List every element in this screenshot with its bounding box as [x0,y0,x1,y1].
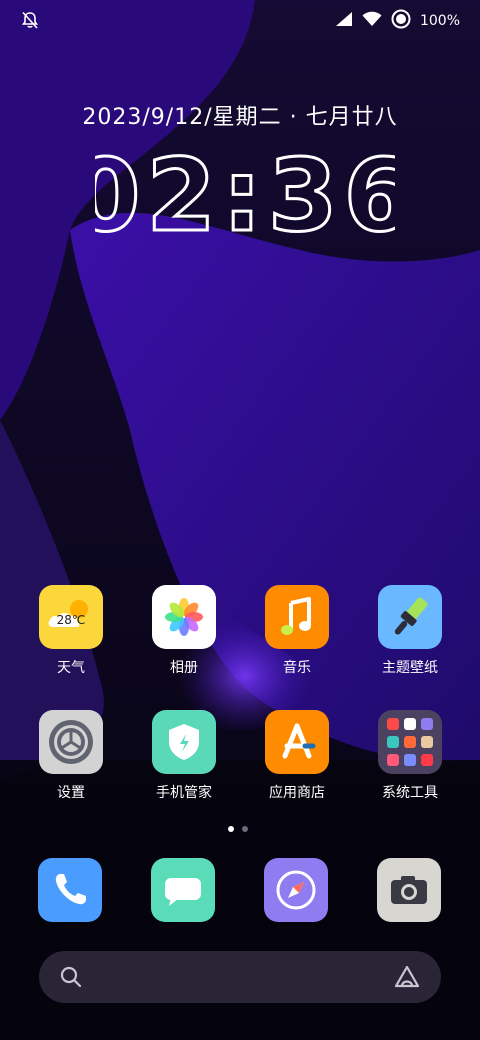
wifi-icon [362,11,382,31]
page-indicator [228,826,248,832]
app-label: 天气 [57,660,85,676]
settings-icon [49,720,93,764]
camera-icon [391,876,427,904]
phone-icon [55,874,86,905]
messages-icon [165,878,201,906]
theme-brush-icon [394,597,428,635]
clock-digits: 02:36 [95,150,395,242]
lock-date: 2023/9/12/星期二 · 七月廿八 [82,105,398,130]
music-icon [281,597,311,635]
phone-manager-icon [169,724,199,760]
photos-icon [165,598,203,636]
app-phone-manager[interactable]: 手机管家 [134,710,234,802]
clock-time: 02:36 [95,150,395,242]
data-saver-icon [391,9,411,33]
dock-browser[interactable] [264,858,328,922]
system-tools-folder-icon [387,718,433,766]
app-weather[interactable]: 28℃ 天气 [21,585,121,677]
bell-muted-icon [20,10,40,34]
search-icon[interactable] [59,965,83,993]
signal-icon [335,11,353,31]
weather-temperature: 28℃ [57,613,86,627]
app-store[interactable]: 应用商店 [247,710,347,802]
home-screen: 100% 2023/9/12/星期二 · 七月廿八 02:36 28℃ 天气 相… [0,0,480,1040]
dock-messages[interactable] [151,858,215,922]
search-bar[interactable] [39,951,441,1003]
app-label: 应用商店 [269,785,325,801]
app-themes[interactable]: 主题壁纸 [360,585,460,677]
battery-percentage: 100% [419,13,460,29]
folder-system-tools[interactable]: 系统工具 [360,710,460,802]
page-dot[interactable] [242,826,248,832]
app-label: 系统工具 [382,785,438,801]
app-label: 音乐 [283,660,311,676]
page-dot-active[interactable] [228,826,234,832]
app-label: 设置 [57,785,85,801]
browser-compass-icon [276,870,316,910]
app-music[interactable]: 音乐 [247,585,347,677]
weather-icon: 28℃ [48,600,88,627]
dock-phone[interactable] [38,858,102,922]
app-photos[interactable]: 相册 [134,585,234,677]
app-store-icon [282,723,316,759]
status-bar: 100% [0,0,480,40]
dock-camera[interactable] [377,858,441,922]
app-label: 相册 [170,660,198,676]
app-label: 主题壁纸 [382,660,438,676]
app-settings[interactable]: 设置 [21,710,121,802]
app-label: 手机管家 [156,785,212,801]
voice-assistant-icon[interactable] [393,964,421,994]
